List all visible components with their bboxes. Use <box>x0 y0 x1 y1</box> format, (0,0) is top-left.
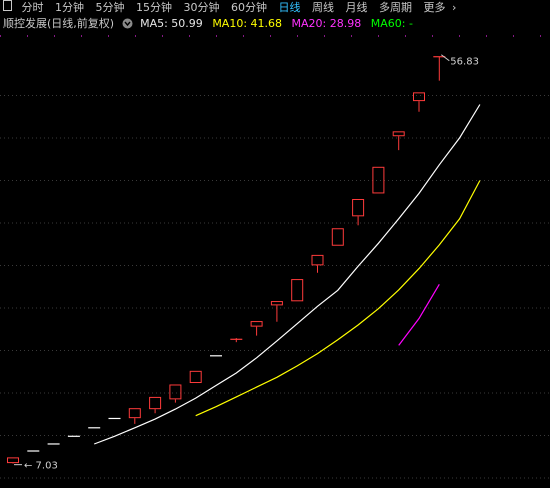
tab-multi-period[interactable]: 多周期 <box>379 0 412 15</box>
candle-body <box>270 301 283 306</box>
candle <box>169 384 182 403</box>
candle-body <box>189 370 202 384</box>
candle-body <box>352 198 365 217</box>
candle <box>311 254 324 273</box>
tab-intraday[interactable]: 分时 <box>22 0 44 15</box>
price-labels: 56.83 ← 7.03 <box>14 54 479 472</box>
tab-15min[interactable]: 15分钟 <box>136 0 172 15</box>
candlestick-chart[interactable]: 56.83 ← 7.03 <box>0 33 550 484</box>
candle <box>291 279 304 302</box>
candle <box>270 301 283 322</box>
window-icon[interactable] <box>3 0 12 15</box>
candle-body <box>149 396 162 410</box>
tab-5min[interactable]: 5分钟 <box>96 0 125 15</box>
settings-icon[interactable] <box>122 18 133 34</box>
high-pointer <box>440 54 450 62</box>
candles <box>7 56 446 464</box>
candle <box>149 396 162 414</box>
candle <box>372 166 385 194</box>
candle-body <box>392 131 405 137</box>
candle-body <box>128 408 141 419</box>
grid <box>0 35 550 479</box>
tab-monthly[interactable]: 月线 <box>346 0 368 15</box>
candle <box>189 370 202 384</box>
chart-canvas: 56.83 ← 7.03 <box>0 35 550 479</box>
candle <box>413 92 425 112</box>
indicator-bar: 顺控发展(日线,前复权) MA5: 50.99 MA10: 41.68 MA20… <box>0 16 550 32</box>
tab-more[interactable]: 更多 <box>424 0 446 15</box>
ma10-value: MA10: 41.68 <box>212 17 283 30</box>
candle-body <box>169 384 182 400</box>
candle <box>7 457 19 464</box>
candle <box>433 56 446 81</box>
candle-body <box>413 92 425 102</box>
candle-body <box>311 254 324 266</box>
ma5-value: MA5: 50.99 <box>140 17 203 30</box>
candle-body <box>372 166 385 194</box>
period-toolbar: 分时 1分钟 5分钟 15分钟 30分钟 60分钟 日线 周线 月线 多周期 更… <box>0 0 550 15</box>
stock-title: 顺控发展(日线,前复权) <box>3 17 115 30</box>
ma20-value: MA20: 28.98 <box>291 17 362 30</box>
candle <box>352 198 365 226</box>
ma10-line <box>195 180 481 417</box>
tab-weekly[interactable]: 周线 <box>312 0 334 15</box>
candle <box>250 321 263 336</box>
candle-body <box>7 457 19 464</box>
ma20-line <box>398 283 440 346</box>
candle <box>128 408 141 424</box>
candle-body <box>331 228 344 246</box>
tab-30min[interactable]: 30分钟 <box>184 0 220 15</box>
candle <box>230 338 243 343</box>
tab-60min[interactable]: 60分钟 <box>231 0 267 15</box>
tab-1min[interactable]: 1分钟 <box>55 0 84 15</box>
candle-body <box>250 321 263 327</box>
high-price-label: 56.83 <box>450 57 479 68</box>
candle-body <box>291 279 304 302</box>
more-arrow-icon[interactable]: › <box>452 0 456 15</box>
low-price-label: ← 7.03 <box>24 461 58 472</box>
candle <box>331 228 344 246</box>
tab-daily[interactable]: 日线 <box>279 0 301 15</box>
candle <box>392 131 405 151</box>
ma60-value: MA60: - <box>370 17 413 30</box>
